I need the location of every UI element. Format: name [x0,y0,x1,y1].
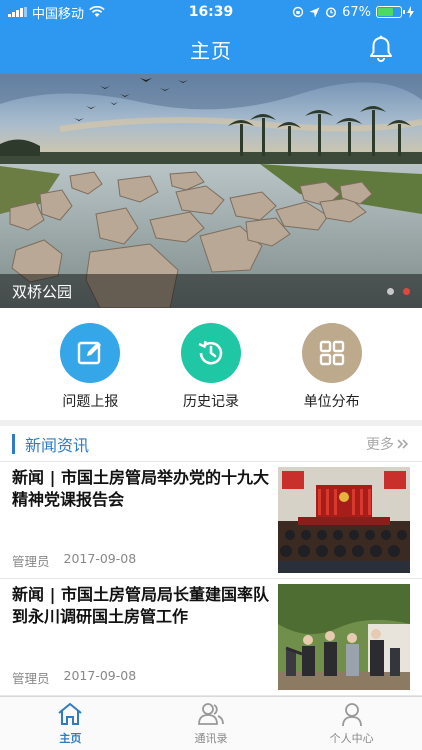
unit-distribution-button[interactable]: 单位分布 [292,308,372,420]
section-marker [12,433,15,454]
tab-contacts-label: 通讯录 [194,732,228,745]
grid-icon[interactable] [301,323,362,383]
news-list-item[interactable]: 新闻 | 市国土房管局局长董建国率队到永川调研国土房管工作 管理员 2017-0… [0,579,422,696]
unit-distribution-label: 单位分布 [303,394,360,410]
history-button[interactable]: 历史记录 [171,308,251,420]
banner-caption: 双桥公园 [12,282,73,301]
news-item-title[interactable]: 新闻 | 市国土房管局局长董建国率队到永川调研国土房管工作 [12,584,270,628]
rotation-lock-icon [292,6,304,18]
location-icon [309,7,320,17]
quick-actions: 问题上报 历史记录 单位分布 [0,308,422,420]
carousel-dot-active[interactable] [403,287,410,295]
alarm-icon [326,7,337,18]
report-issue-label: 问题上报 [62,394,119,410]
battery-percent: 67% [342,4,371,20]
news-item-date: 2017-09-08 [63,551,137,566]
tab-profile-label: 个人中心 [329,732,374,745]
edit-icon[interactable] [60,323,121,383]
contacts-icon [198,703,224,725]
banner-caption-bar: 双桥公园 [0,274,422,308]
history-label: 历史记录 [182,394,239,410]
carousel-indicator[interactable] [387,287,410,295]
banner-image [0,74,422,308]
user-icon [341,703,362,727]
home-icon [58,702,82,725]
charging-icon [406,6,414,18]
news-section-title: 新闻资讯 [12,432,89,456]
top-header: 中国移动 16:39 67% 主页 [0,0,422,74]
news-item-date: 2017-09-08 [63,668,137,683]
more-link[interactable]: 更多 [366,434,410,454]
banner-carousel[interactable]: 双桥公园 [0,74,422,308]
carrier-label: 中国移动 [32,6,85,22]
signal-icon [8,7,27,17]
history-icon[interactable] [180,323,241,383]
news-section-label: 新闻资讯 [25,435,90,455]
carousel-dot[interactable] [387,287,394,295]
status-bar: 中国移动 16:39 67% [0,0,422,24]
news-section: 新闻资讯 更多 新闻 | 市国土房管局举办党的十九大精神党课报告会 管理员 20… [0,426,422,696]
tab-home-label: 主页 [59,732,82,745]
news-list-item[interactable]: 新闻 | 市国土房管局举办党的十九大精神党课报告会 管理员 2017-09-08 [0,462,422,579]
more-label: 更多 [366,436,394,453]
wifi-icon [89,6,105,17]
news-item-author: 管理员 [12,554,50,569]
tab-profile[interactable]: 个人中心 [281,697,422,750]
tab-bar: 主页 通讯录 个人中心 [0,696,422,750]
news-item-title[interactable]: 新闻 | 市国土房管局举办党的十九大精神党课报告会 [12,467,270,511]
bell-icon[interactable] [368,35,394,63]
tab-contacts[interactable]: 通讯录 [141,697,282,750]
report-issue-button[interactable]: 问题上报 [50,308,130,420]
nav-bar: 主页 [0,24,422,74]
battery-icon [375,6,405,18]
page-title: 主页 [190,38,232,63]
news-header: 新闻资讯 更多 [0,426,422,462]
news-item-author: 管理员 [12,671,50,686]
news-item-thumbnail[interactable] [278,584,410,690]
clock: 16:39 [188,4,234,20]
double-chevron-right-icon [397,438,409,449]
tab-home[interactable]: 主页 [0,697,141,750]
news-item-thumbnail[interactable] [278,467,410,573]
